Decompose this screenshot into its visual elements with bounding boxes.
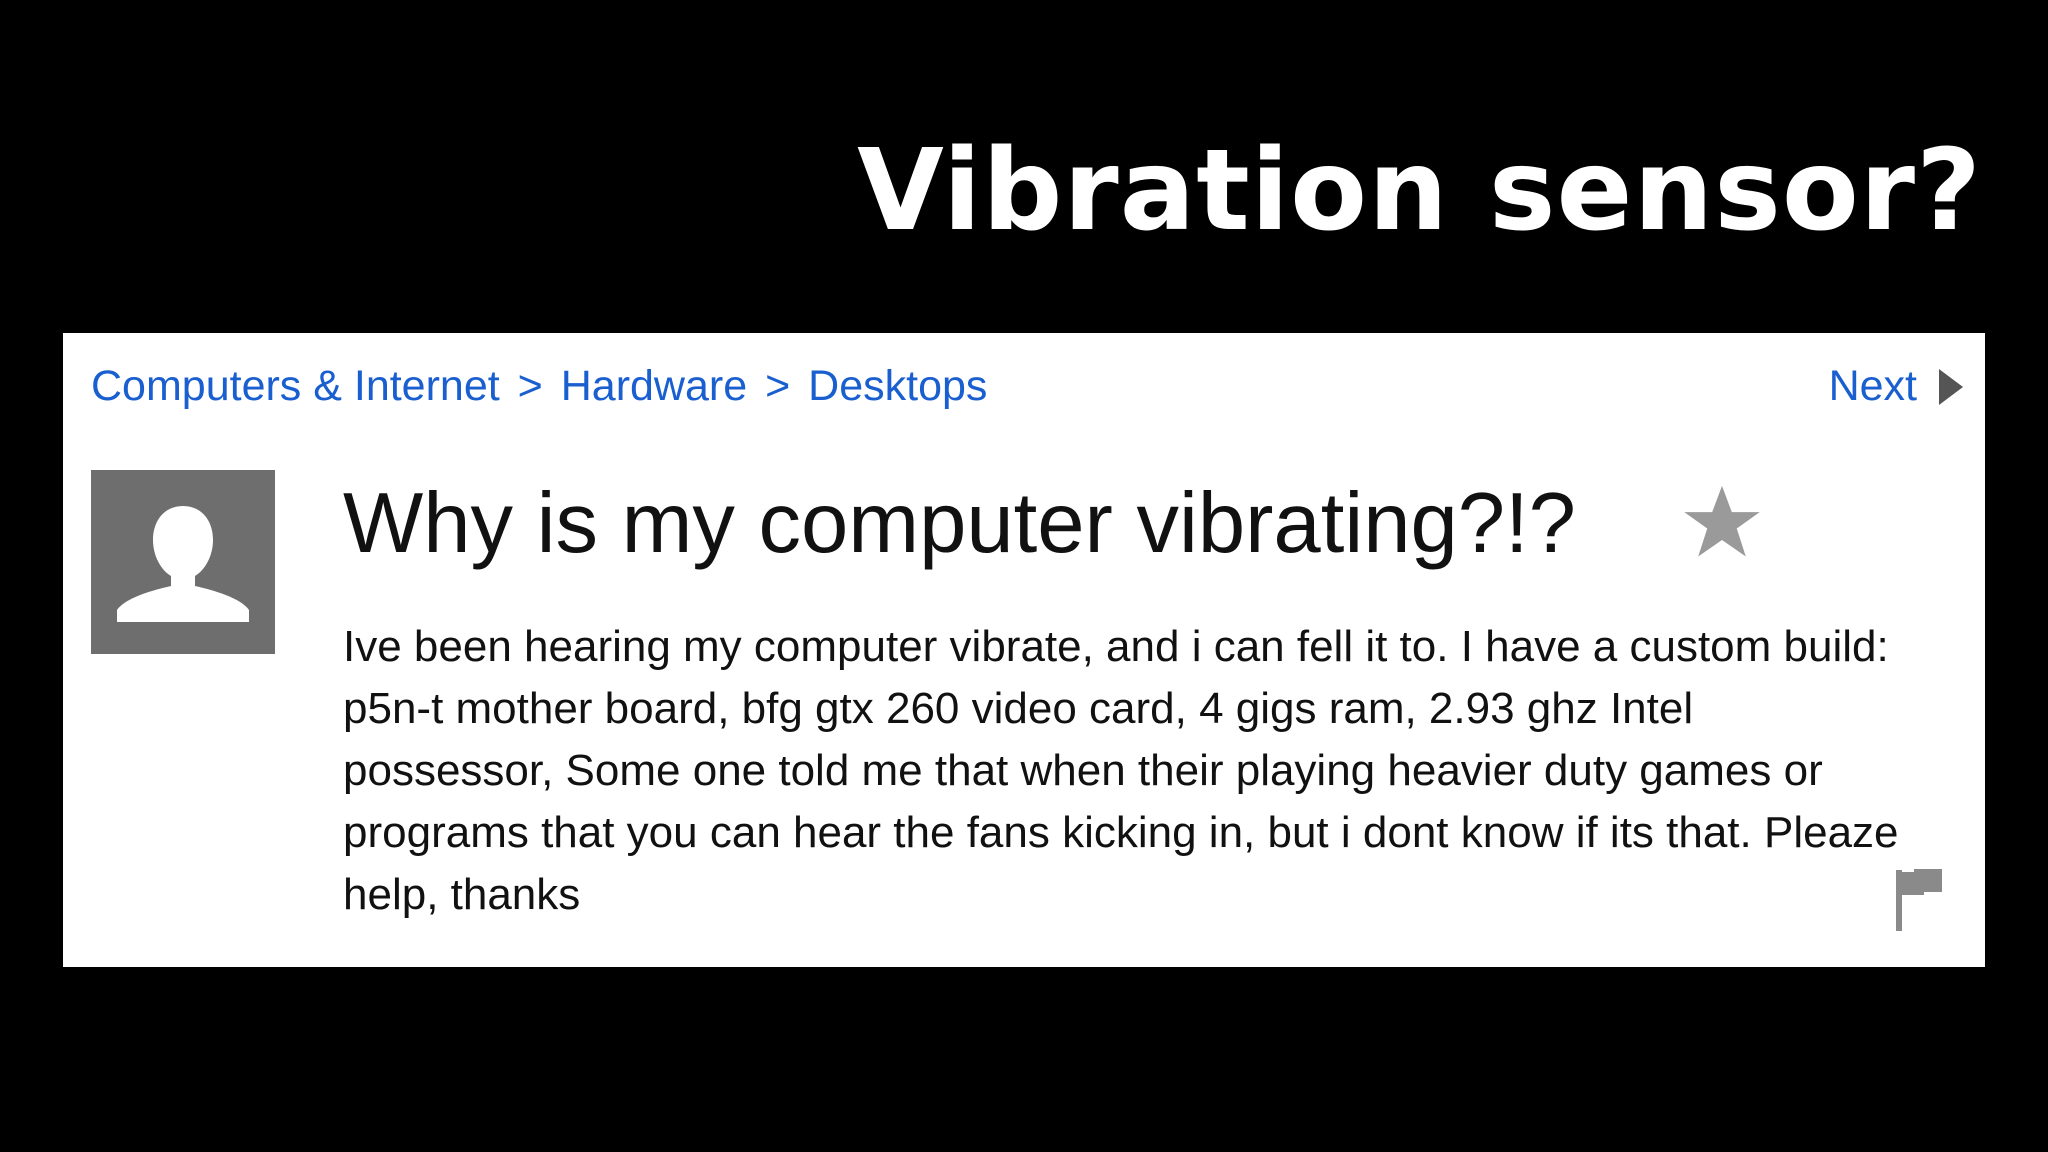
next-label: Next — [1828, 362, 1917, 410]
breadcrumb-item-hardware[interactable]: Hardware — [561, 362, 747, 410]
question-card: Computers & Internet > Hardware > Deskto… — [63, 333, 1985, 967]
question-body: Ive been hearing my computer vibrate, an… — [343, 622, 1899, 919]
avatar — [91, 470, 275, 654]
play-triangle-icon — [1939, 368, 1963, 405]
next-button[interactable]: Next — [1829, 361, 1963, 413]
question-title: Why is my computer vibrating?!? — [343, 476, 1576, 571]
star-icon[interactable] — [1681, 481, 1763, 563]
breadcrumb-item-desktops[interactable]: Desktops — [808, 362, 987, 410]
breadcrumb: Computers & Internet > Hardware > Deskto… — [91, 361, 987, 413]
breadcrumb-separator: > — [517, 362, 543, 410]
breadcrumb-item-computers-internet[interactable]: Computers & Internet — [91, 362, 500, 410]
breadcrumb-separator: > — [765, 362, 791, 410]
user-silhouette-icon — [117, 506, 249, 622]
slide-title: Vibration sensor? — [857, 126, 1982, 256]
flag-icon[interactable] — [1894, 868, 1944, 933]
